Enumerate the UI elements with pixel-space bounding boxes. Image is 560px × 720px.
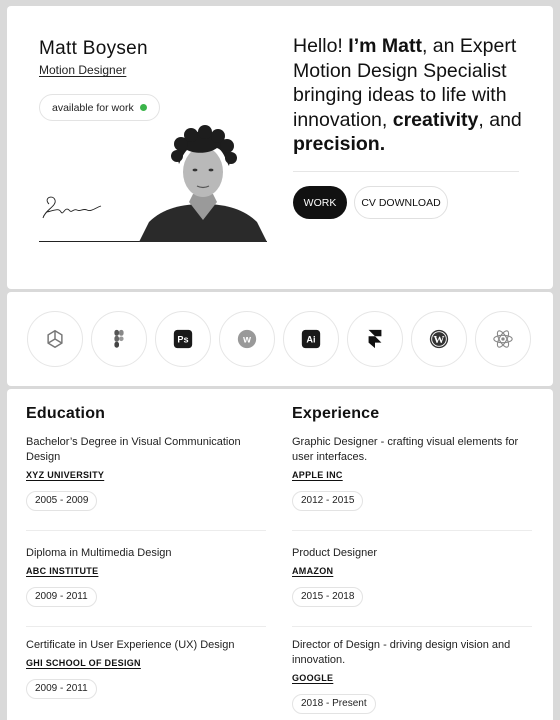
intro-divider xyxy=(293,171,519,172)
divider xyxy=(292,626,532,627)
svg-text:Ps: Ps xyxy=(177,335,188,345)
framer-icon xyxy=(368,329,382,349)
status-dot-icon xyxy=(139,104,147,111)
illustrator-icon: Ai xyxy=(301,329,321,349)
tool-framer[interactable] xyxy=(347,311,403,367)
education-item-title: Diploma in Multimedia Design xyxy=(26,547,172,559)
availability-label: available for work xyxy=(52,101,134,114)
education-item: Certificate in User Experience (UX) Desi… xyxy=(26,638,266,699)
experience-item-org[interactable]: GOOGLE xyxy=(292,673,333,683)
cv-download-button[interactable]: CV DOWNLOAD xyxy=(354,186,448,219)
tool-illustrator[interactable]: Ai xyxy=(283,311,339,367)
resume-card: Education Bachelor’s Degree in Visual Co… xyxy=(7,389,553,720)
hero-card: Matt Boysen Motion Designer available fo… xyxy=(7,6,553,289)
education-heading: Education xyxy=(26,405,106,422)
chatgpt-icon xyxy=(47,329,63,349)
education-item-years: 2009 - 2011 xyxy=(26,587,97,607)
signature-icon xyxy=(42,196,102,219)
experience-item-years: 2012 - 2015 xyxy=(292,491,364,511)
education-item-org[interactable]: XYZ UNIVERSITY xyxy=(26,470,104,480)
experience-heading: Experience xyxy=(292,405,380,422)
profile-name: Matt Boysen xyxy=(39,38,148,59)
tool-photoshop[interactable]: Ps xyxy=(155,311,211,367)
experience-item: Director of Design - driving design visi… xyxy=(292,638,532,714)
svg-text:w: w xyxy=(242,335,251,346)
education-item-title: Certificate in User Experience (UX) Desi… xyxy=(26,639,235,651)
svg-text:Ai: Ai xyxy=(306,335,315,345)
availability-badge: available for work xyxy=(39,94,160,121)
tool-react[interactable] xyxy=(475,311,531,367)
education-item-years: 2005 - 2009 xyxy=(26,491,98,511)
divider xyxy=(26,530,266,531)
experience-column: Experience Graphic Designer - crafting v… xyxy=(292,405,532,714)
svg-text:W: W xyxy=(434,334,445,346)
work-button[interactable]: WORK xyxy=(293,186,347,219)
experience-item-org[interactable]: AMAZON xyxy=(292,566,333,576)
profile-photo xyxy=(139,125,267,242)
education-item-org[interactable]: ABC INSTITUTE xyxy=(26,566,98,576)
education-column: Education Bachelor’s Degree in Visual Co… xyxy=(26,405,266,699)
figma-icon xyxy=(114,329,124,348)
education-item-title: Bachelor’s Degree in Visual Communicatio… xyxy=(26,436,241,463)
experience-item-title: Product Designer xyxy=(292,547,377,559)
profile-role-link[interactable]: Motion Designer xyxy=(39,63,126,77)
experience-item-org[interactable]: APPLE INC xyxy=(292,470,343,480)
education-item-years: 2009 - 2011 xyxy=(26,679,97,699)
wordpress-icon: W xyxy=(429,329,449,349)
experience-item: Graphic Designer - crafting visual eleme… xyxy=(292,435,532,511)
experience-item-years: 2015 - 2018 xyxy=(292,587,364,607)
divider xyxy=(26,626,266,627)
experience-item: Product Designer AMAZON 2015 - 2018 xyxy=(292,546,532,607)
education-item: Bachelor’s Degree in Visual Communicatio… xyxy=(26,435,266,511)
tool-webflow[interactable]: w xyxy=(219,311,275,367)
education-item: Diploma in Multimedia Design ABC INSTITU… xyxy=(26,546,266,607)
experience-item-years: 2018 - Present xyxy=(292,694,376,714)
tool-wordpress[interactable]: W xyxy=(411,311,467,367)
tools-card: Ps w Ai W xyxy=(7,292,553,386)
photoshop-icon: Ps xyxy=(173,329,193,349)
intro-text: Hello! I’m Matt, an Expert Motion Design… xyxy=(293,35,522,155)
webflow-icon: w xyxy=(237,329,257,349)
tool-chatgpt[interactable] xyxy=(27,311,83,367)
tool-figma[interactable] xyxy=(91,311,147,367)
react-icon xyxy=(493,330,513,348)
experience-item-title: Graphic Designer - crafting visual eleme… xyxy=(292,436,519,463)
experience-item-title: Director of Design - driving design visi… xyxy=(292,639,511,666)
photo-area xyxy=(39,124,267,242)
divider xyxy=(292,530,532,531)
education-item-org[interactable]: GHI SCHOOL OF DESIGN xyxy=(26,658,141,668)
